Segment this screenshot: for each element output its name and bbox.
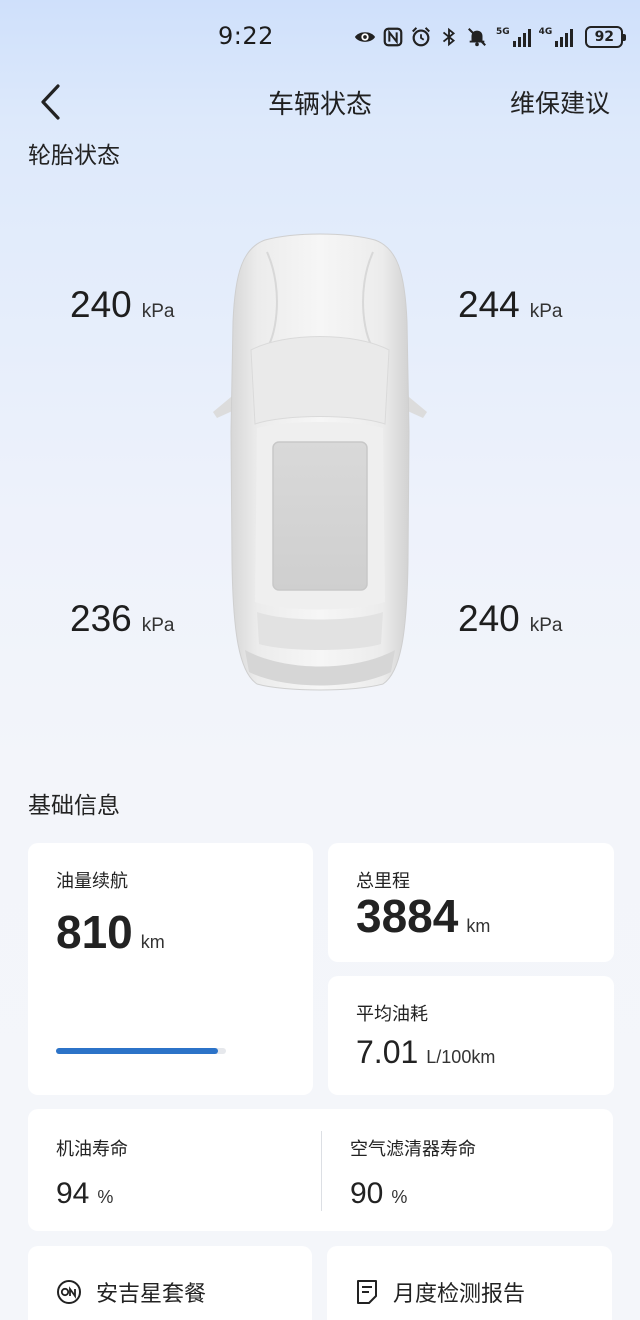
- tire-rear-left: 236 kPa: [70, 598, 174, 640]
- eye-icon: [354, 24, 376, 50]
- fuel-level-fill: [56, 1048, 218, 1054]
- tire-pressure-value: 244: [458, 284, 520, 325]
- tire-pressure-value: 240: [70, 284, 132, 325]
- tire-pressure-unit: kPa: [529, 615, 563, 636]
- battery-icon: 92: [585, 26, 627, 48]
- tire-front-right: 244 kPa: [458, 284, 562, 326]
- fuel-range-number: 810: [56, 906, 133, 958]
- basic-info-section-title: 基础信息: [28, 793, 120, 819]
- maintenance-advice-link[interactable]: 维保建议: [510, 84, 610, 120]
- oil-life-number: 94: [56, 1177, 90, 1210]
- onstar-package-label: 安吉星套餐: [96, 1282, 207, 1307]
- oil-life-unit: %: [97, 1187, 114, 1207]
- avg-fuel-unit: L/100km: [426, 1047, 496, 1067]
- signal-4g-icon: 4G: [539, 27, 574, 47]
- bell-off-icon: [466, 24, 488, 50]
- onstar-package-card[interactable]: 安吉星套餐: [28, 1246, 312, 1320]
- bluetooth-icon: [438, 24, 460, 50]
- signal-5g-icon: 5G: [496, 27, 531, 47]
- odometer-number: 3884: [356, 890, 459, 942]
- tire-pressure-value: 240: [458, 598, 520, 639]
- oil-life-value: 94 %: [56, 1177, 113, 1211]
- tire-pressure-unit: kPa: [529, 301, 563, 322]
- document-icon: [357, 1280, 377, 1304]
- onstar-icon: [57, 1280, 81, 1304]
- tire-rear-right: 240 kPa: [458, 598, 562, 640]
- service-life-card[interactable]: 机油寿命 94 % 空气滤清器寿命 90 %: [28, 1109, 613, 1231]
- fuel-range-label: 油量续航: [56, 871, 128, 892]
- monthly-report-card[interactable]: 月度检测报告: [327, 1246, 612, 1320]
- tire-pressure-unit: kPa: [141, 301, 175, 322]
- avg-fuel-number: 7.01: [356, 1034, 419, 1070]
- status-bar: 9:22 5G 4G 92: [0, 0, 640, 76]
- avg-fuel-card[interactable]: 平均油耗 7.01 L/100km: [328, 976, 614, 1095]
- nfc-icon: [382, 24, 404, 50]
- oil-life-label: 机油寿命: [56, 1139, 128, 1160]
- odometer-card[interactable]: 总里程 3884 km: [328, 843, 614, 962]
- tire-front-left: 240 kPa: [70, 284, 174, 326]
- alarm-icon: [410, 24, 432, 50]
- onstar-package-link[interactable]: 安吉星套餐: [56, 1276, 206, 1308]
- status-icons: 5G 4G 92: [354, 22, 627, 52]
- monthly-report-label: 月度检测报告: [393, 1282, 526, 1307]
- divider: [321, 1131, 322, 1211]
- fuel-level-bar: [56, 1048, 226, 1054]
- air-filter-life-number: 90: [350, 1177, 384, 1210]
- tire-pressure-value: 236: [70, 598, 132, 639]
- car-top-view-image: [213, 233, 427, 691]
- tire-section-title: 轮胎状态: [28, 143, 120, 169]
- odometer-unit: km: [466, 916, 491, 936]
- air-filter-life-value: 90 %: [350, 1177, 407, 1211]
- fuel-range-unit: km: [140, 932, 165, 952]
- air-filter-life-label: 空气滤清器寿命: [350, 1139, 476, 1160]
- tire-pressure-unit: kPa: [141, 615, 175, 636]
- avg-fuel-value: 7.01 L/100km: [356, 1034, 495, 1071]
- air-filter-life-unit: %: [391, 1187, 408, 1207]
- odometer-value: 3884 km: [356, 889, 490, 943]
- header: 车辆状态 维保建议: [0, 76, 640, 128]
- fuel-range-card[interactable]: 油量续航 810 km: [28, 843, 313, 1095]
- monthly-report-link[interactable]: 月度检测报告: [355, 1276, 525, 1308]
- fuel-range-value: 810 km: [56, 905, 165, 959]
- avg-fuel-label: 平均油耗: [356, 1004, 428, 1025]
- status-time: 9:22: [218, 22, 274, 50]
